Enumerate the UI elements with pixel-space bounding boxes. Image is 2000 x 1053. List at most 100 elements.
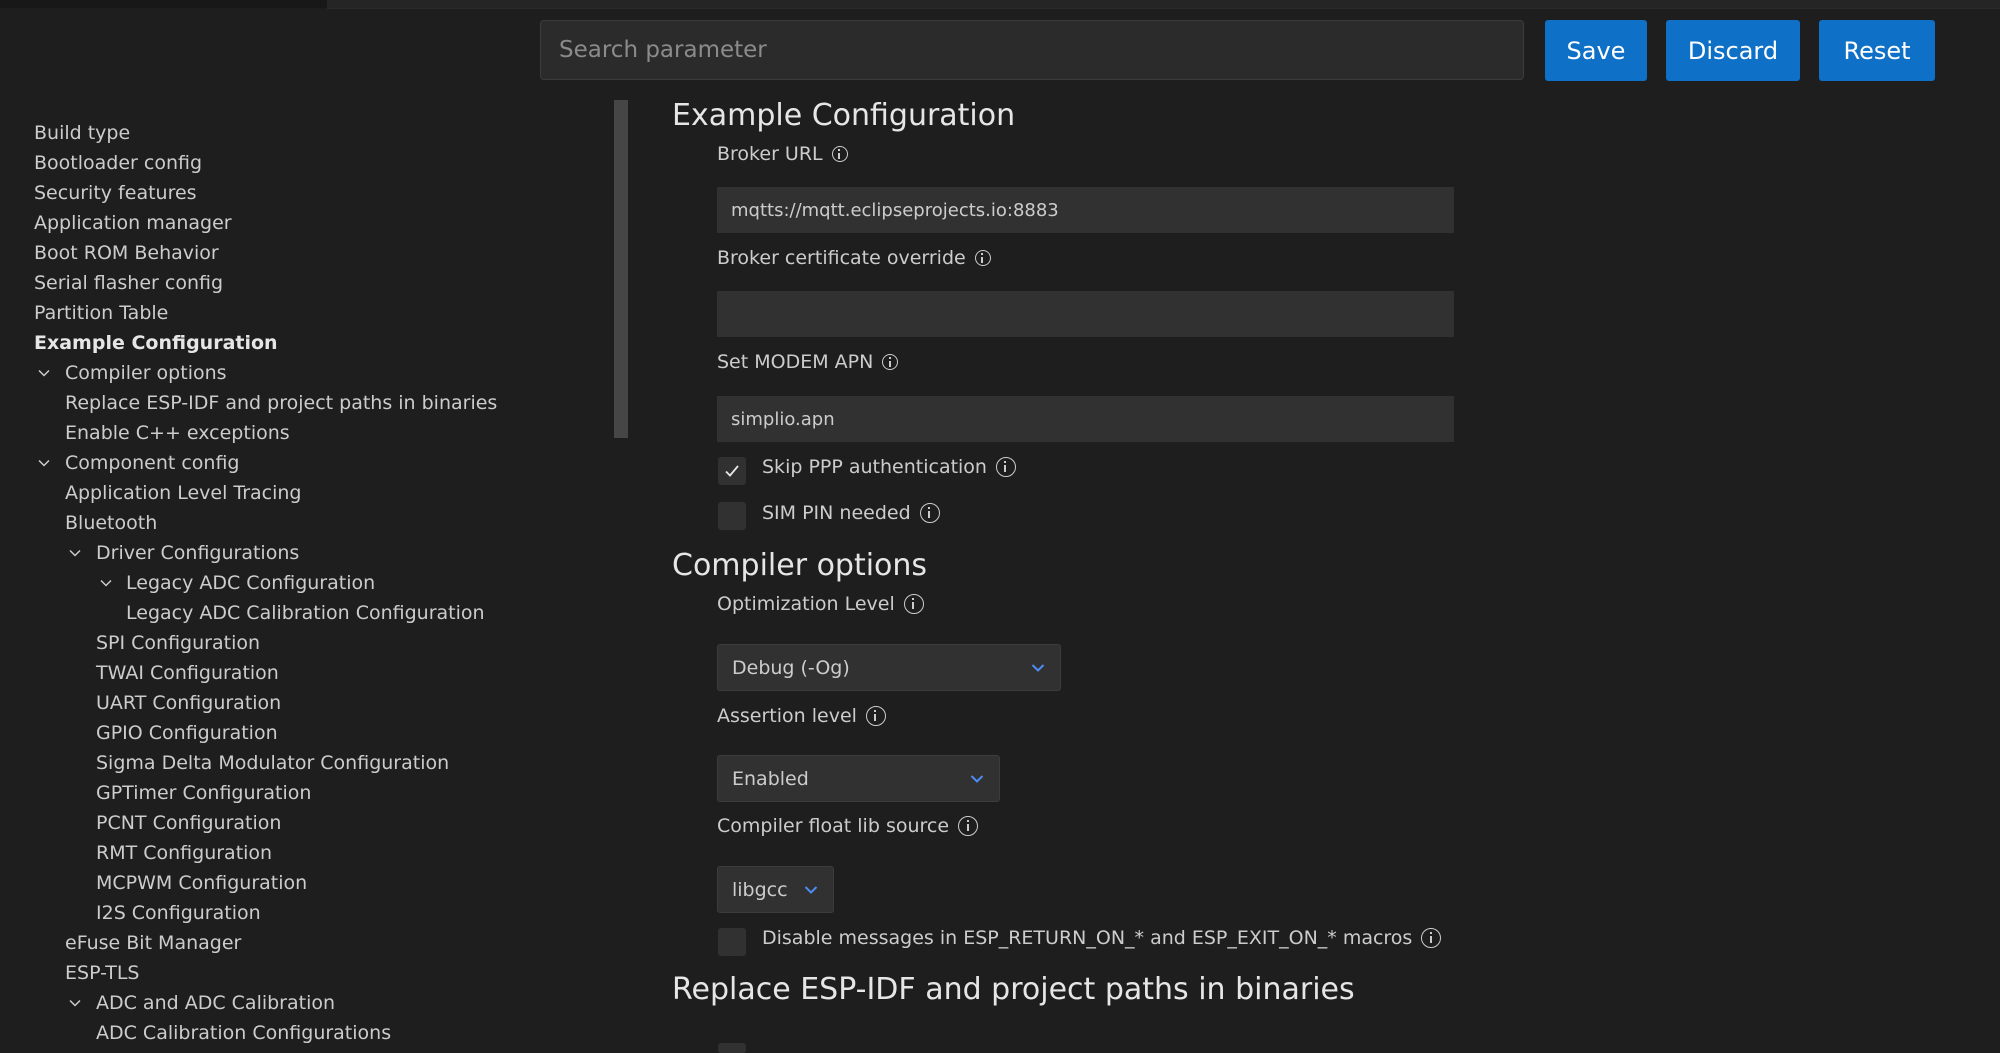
sidebar-item-esp-tls[interactable]: ESP-TLS (34, 958, 594, 988)
sidebar-item-gptimer-configuration[interactable]: GPTimer Configuration (34, 778, 594, 808)
sidebar-item-label: ESP-TLS (65, 962, 140, 984)
sidebar-item-label: SPI Configuration (96, 632, 261, 654)
field-label: Assertion level (717, 705, 857, 727)
info-icon[interactable] (903, 594, 924, 614)
skip-ppp-label: Skip PPP authentication (762, 453, 1016, 481)
sidebar-item-application-manager[interactable]: Application manager (34, 208, 594, 238)
float-lib-label: Compiler float lib source (717, 812, 979, 840)
sidebar-item-gpio-configuration[interactable]: GPIO Configuration (34, 718, 594, 748)
section-title-compiler-options: Compiler options (672, 548, 928, 583)
assertion-level-label: Assertion level (717, 702, 886, 730)
sidebar-item-application-level-tracing[interactable]: Application Level Tracing (34, 478, 594, 508)
modem-apn-field[interactable] (717, 396, 1454, 442)
sidebar-item-security-features[interactable]: Security features (34, 178, 594, 208)
sidebar-item-legacy-adc-calibration[interactable]: Legacy ADC Calibration Configuration (34, 598, 594, 628)
reset-button[interactable]: Reset (1819, 20, 1935, 81)
field-label: Set MODEM APN (717, 351, 874, 373)
sidebar-item-label: I2S Configuration (96, 902, 261, 924)
sidebar-item-label: GPTimer Configuration (96, 782, 312, 804)
disable-messages-checkbox[interactable] (718, 928, 746, 956)
chevron-down-icon (804, 885, 818, 894)
field-label: Broker certificate override (717, 247, 966, 269)
sidebar-item-component-config[interactable]: Component config (34, 448, 594, 478)
sidebar-item-efuse-bit-manager[interactable]: eFuse Bit Manager (34, 928, 594, 958)
sidebar-item-legacy-adc-configuration[interactable]: Legacy ADC Configuration (34, 568, 594, 598)
sim-pin-label: SIM PIN needed (762, 499, 940, 527)
info-icon[interactable] (865, 706, 886, 726)
sidebar-item-driver-configurations[interactable]: Driver Configurations (34, 538, 594, 568)
sidebar-item-label: TWAI Configuration (96, 662, 279, 684)
sidebar-item-label: Bluetooth (65, 512, 158, 534)
sidebar-item-replace-paths[interactable]: Replace ESP-IDF and project paths in bin… (34, 388, 594, 418)
sidebar-item-adc-and-adc-calibration[interactable]: ADC and ADC Calibration (34, 988, 594, 1018)
sidebar-item-adc-calibration-configurations[interactable]: ADC Calibration Configurations (34, 1018, 594, 1048)
info-icon[interactable] (958, 816, 979, 836)
sidebar-item-label: RMT Configuration (96, 842, 273, 864)
chevron-down-icon (970, 774, 984, 783)
sidebar-item-label: Application manager (34, 212, 232, 234)
sidebar-item-sigma-delta-configuration[interactable]: Sigma Delta Modulator Configuration (34, 748, 594, 778)
skip-ppp-checkbox[interactable] (718, 457, 746, 485)
sidebar-item-twai-configuration[interactable]: TWAI Configuration (34, 658, 594, 688)
float-lib-select[interactable]: libgcc (717, 866, 834, 913)
info-icon[interactable] (974, 250, 991, 266)
sidebar-item-label: Enable C++ exceptions (65, 422, 290, 444)
info-icon[interactable] (995, 457, 1016, 477)
info-icon[interactable] (1421, 928, 1442, 948)
sidebar-item-example-configuration[interactable]: Example Configuration (34, 328, 594, 358)
sidebar-item-boot-rom-behavior[interactable]: Boot ROM Behavior (34, 238, 594, 268)
optimization-level-select[interactable]: Debug (-Og) (717, 644, 1061, 691)
replace-paths-checkbox[interactable] (718, 1043, 746, 1053)
sidebar-item-build-type[interactable]: Build type (34, 118, 594, 148)
chevron-down-icon[interactable] (65, 538, 85, 568)
field-label: Disable messages in ESP_RETURN_ON_* and … (762, 927, 1413, 949)
search-input[interactable] (540, 20, 1524, 80)
field-label: Optimization Level (717, 593, 895, 615)
sidebar-item-label: Component config (65, 452, 240, 474)
select-value: Debug (-Og) (732, 656, 850, 679)
chevron-down-icon[interactable] (34, 358, 54, 388)
chevron-down-icon[interactable] (65, 988, 85, 1018)
sidebar-item-label: PCNT Configuration (96, 812, 282, 834)
sidebar-scrollbar[interactable] (614, 100, 628, 438)
sidebar-item-i2s-configuration[interactable]: I2S Configuration (34, 898, 594, 928)
optimization-level-label: Optimization Level (717, 590, 924, 618)
info-icon[interactable] (831, 146, 848, 162)
field-label: Skip PPP authentication (762, 456, 987, 478)
sidebar-item-label: Example Configuration (34, 332, 278, 354)
info-icon[interactable] (919, 503, 940, 523)
sidebar-item-compiler-options[interactable]: Compiler options (34, 358, 594, 388)
sidebar-tree: Build type Bootloader config Security fe… (34, 118, 594, 1048)
sidebar-item-serial-flasher-config[interactable]: Serial flasher config (34, 268, 594, 298)
assertion-level-select[interactable]: Enabled (717, 755, 1000, 802)
sidebar-item-bootloader-config[interactable]: Bootloader config (34, 148, 594, 178)
broker-certificate-field[interactable] (717, 291, 1454, 337)
editor-tab-strip (327, 0, 2000, 9)
broker-certificate-label: Broker certificate override (717, 244, 991, 272)
window-top-bar (0, 0, 2000, 9)
sidebar-item-label: eFuse Bit Manager (65, 932, 242, 954)
sidebar-item-label: Bootloader config (34, 152, 203, 174)
sidebar-item-pcnt-configuration[interactable]: PCNT Configuration (34, 808, 594, 838)
sidebar-item-rmt-configuration[interactable]: RMT Configuration (34, 838, 594, 868)
sidebar-item-spi-configuration[interactable]: SPI Configuration (34, 628, 594, 658)
info-icon[interactable] (882, 354, 899, 370)
broker-url-field[interactable] (717, 187, 1454, 233)
chevron-down-icon[interactable] (34, 448, 54, 478)
section-title-replace-paths: Replace ESP-IDF and project paths in bin… (672, 972, 1355, 1007)
sim-pin-checkbox[interactable] (718, 502, 746, 530)
chevron-down-icon[interactable] (96, 568, 116, 598)
field-label: SIM PIN needed (762, 502, 911, 524)
discard-button[interactable]: Discard (1666, 20, 1800, 81)
sidebar-item-partition-table[interactable]: Partition Table (34, 298, 594, 328)
sidebar-item-label: ADC Calibration Configurations (96, 1022, 392, 1044)
field-label: Compiler float lib source (717, 815, 950, 837)
save-button[interactable]: Save (1545, 20, 1647, 81)
sidebar-item-label: Legacy ADC Configuration (126, 572, 376, 594)
sidebar-item-label: UART Configuration (96, 692, 282, 714)
sidebar-item-mcpwm-configuration[interactable]: MCPWM Configuration (34, 868, 594, 898)
sidebar-item-uart-configuration[interactable]: UART Configuration (34, 688, 594, 718)
sidebar-item-label: Driver Configurations (96, 542, 300, 564)
sidebar-item-enable-cpp-exceptions[interactable]: Enable C++ exceptions (34, 418, 594, 448)
sidebar-item-bluetooth[interactable]: Bluetooth (34, 508, 594, 538)
